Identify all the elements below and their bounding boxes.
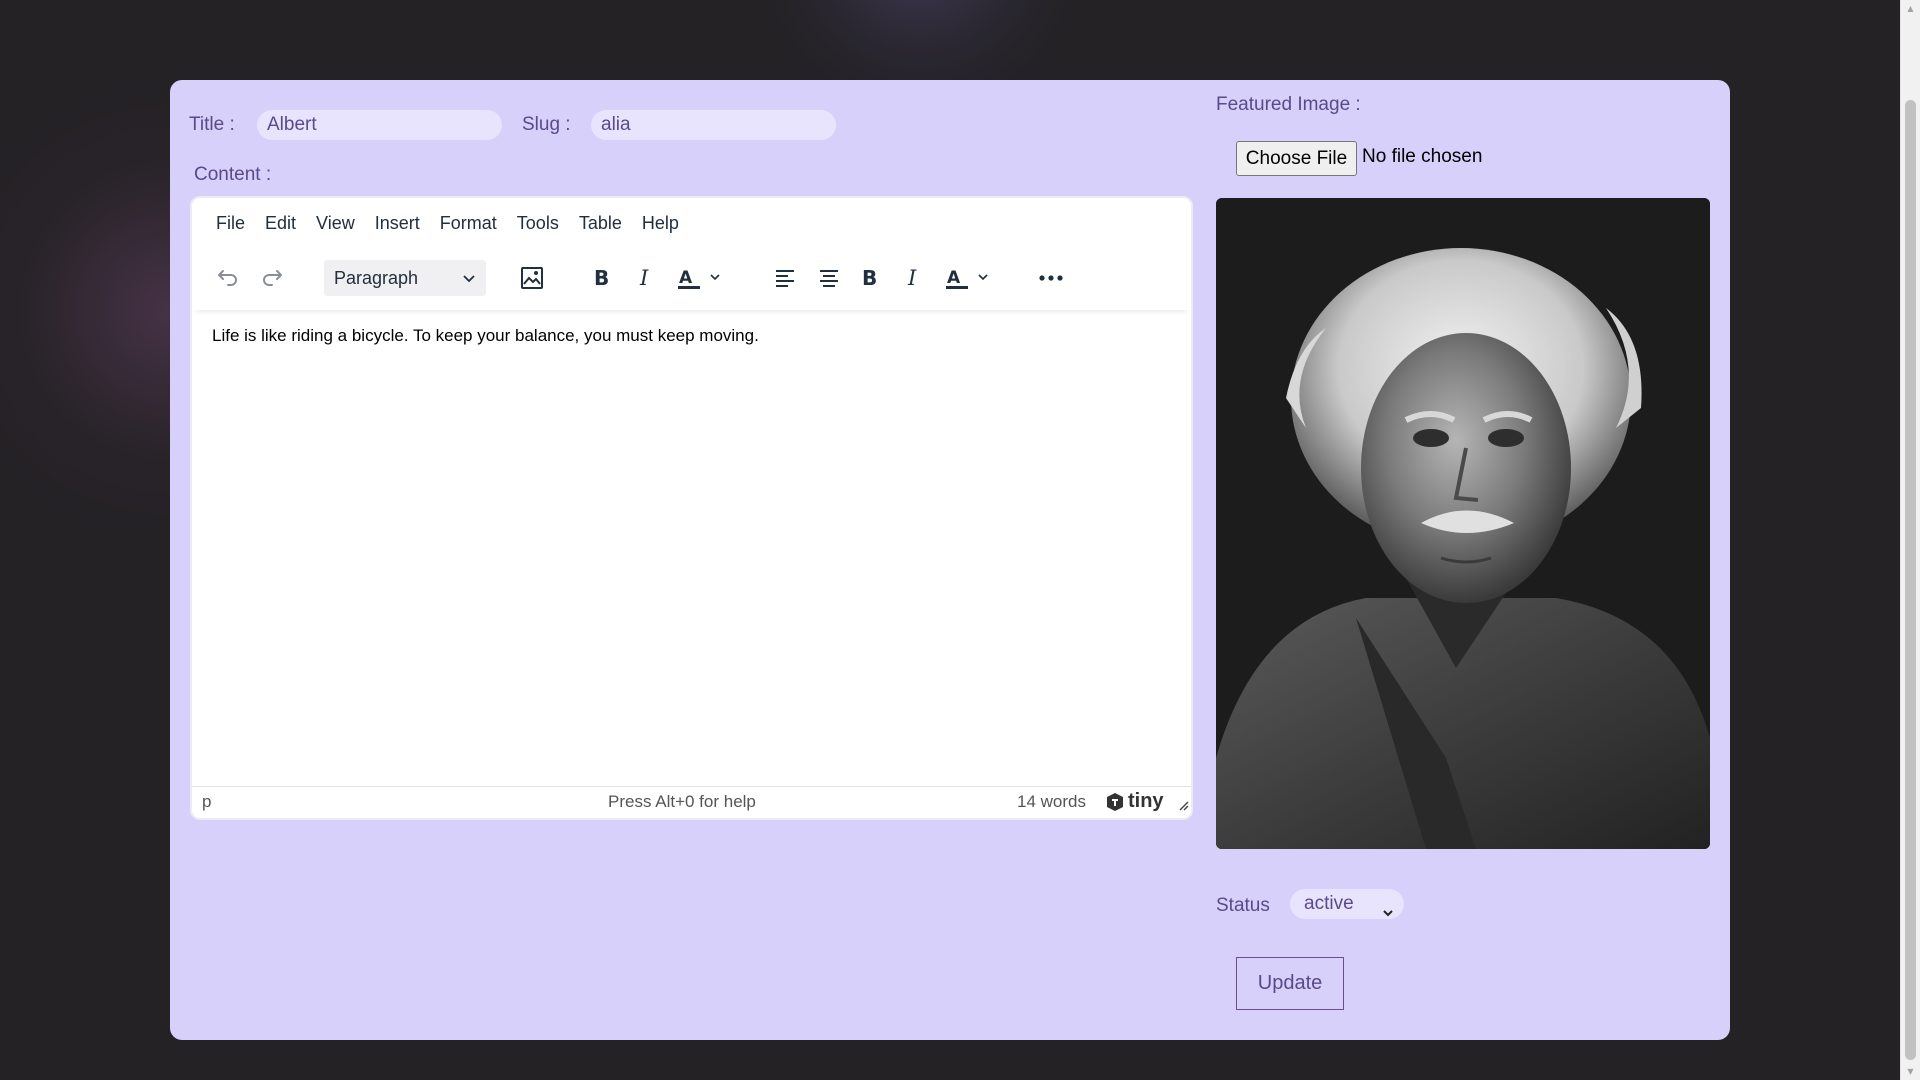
more-icon[interactable] — [1033, 260, 1069, 296]
featured-image-preview — [1216, 198, 1710, 849]
page-scrollbar[interactable]: ▲ ▼ — [1900, 0, 1920, 1080]
text-color-icon[interactable]: A — [676, 260, 728, 296]
slug-label: Slug : — [522, 114, 571, 135]
text-color-icon[interactable]: A — [944, 260, 996, 296]
menu-table[interactable]: Table — [579, 213, 622, 234]
svg-text:I: I — [907, 267, 917, 289]
update-button[interactable]: Update — [1236, 957, 1344, 1010]
editor-menubar: File Edit View Insert Format Tools Table… — [192, 198, 1191, 248]
block-format-value: Paragraph — [334, 267, 419, 288]
menu-edit[interactable]: Edit — [265, 213, 296, 234]
italic-icon[interactable]: I — [898, 260, 928, 296]
menu-tools[interactable]: Tools — [517, 213, 559, 234]
resize-handle-icon[interactable] — [1177, 796, 1189, 816]
content-label: Content : — [194, 164, 272, 185]
bold-icon[interactable]: B — [586, 260, 616, 296]
tiny-logo-icon — [1107, 792, 1123, 811]
title-input[interactable]: Albert — [257, 110, 502, 140]
undo-icon[interactable] — [212, 260, 242, 296]
menu-view[interactable]: View — [316, 213, 355, 234]
italic-icon[interactable]: I — [630, 260, 660, 296]
rich-text-editor: File Edit View Insert Format Tools Table… — [190, 196, 1193, 820]
svg-text:I: I — [639, 267, 649, 289]
choose-file-button[interactable]: Choose File — [1236, 141, 1357, 176]
align-left-icon[interactable] — [770, 260, 800, 296]
status-label: Status — [1216, 895, 1270, 916]
image-icon[interactable] — [514, 260, 550, 296]
word-count[interactable]: 14 words — [1017, 792, 1086, 812]
tiny-logo[interactable]: tiny — [1105, 790, 1164, 813]
scrollbar-thumb[interactable] — [1905, 100, 1916, 1060]
portrait-image — [1216, 198, 1710, 849]
slug-input[interactable]: alia — [591, 110, 836, 140]
bold-icon[interactable]: B — [854, 260, 884, 296]
editor-toolbar: Paragraph B I A B I A — [192, 248, 1191, 310]
help-hint: Press Alt+0 for help — [608, 792, 756, 811]
status-value: active — [1304, 893, 1354, 914]
editor-content[interactable]: Life is like riding a bicycle. To keep y… — [212, 326, 1171, 346]
chevron-down-icon — [462, 270, 476, 291]
block-format-select[interactable]: Paragraph — [324, 260, 486, 296]
scroll-down-icon[interactable]: ▼ — [1901, 1063, 1920, 1080]
menu-file[interactable]: File — [216, 213, 245, 234]
status-select[interactable]: active — [1290, 889, 1404, 919]
tiny-brand-text: tiny — [1128, 790, 1164, 812]
file-status-text: No file chosen — [1362, 146, 1483, 167]
svg-text:A: A — [947, 268, 961, 288]
redo-icon[interactable] — [258, 260, 288, 296]
title-label: Title : — [189, 114, 235, 135]
align-center-icon[interactable] — [814, 260, 844, 296]
menu-help[interactable]: Help — [642, 213, 679, 234]
menu-insert[interactable]: Insert — [375, 213, 420, 234]
svg-text:B: B — [862, 267, 877, 289]
element-path[interactable]: p — [202, 792, 211, 812]
svg-text:B: B — [594, 267, 609, 289]
content-paragraph[interactable]: Life is like riding a bicycle. To keep y… — [212, 326, 1171, 346]
scroll-up-icon[interactable]: ▲ — [1901, 0, 1920, 17]
chevron-down-icon — [1382, 899, 1394, 929]
featured-image-label: Featured Image : — [1216, 94, 1361, 115]
edit-post-panel: Title : Albert Slug : alia Content : Fil… — [170, 80, 1730, 1040]
menu-format[interactable]: Format — [440, 213, 497, 234]
svg-text:A: A — [679, 268, 693, 288]
editor-statusbar: p Press Alt+0 for help 14 words tiny — [192, 786, 1191, 818]
